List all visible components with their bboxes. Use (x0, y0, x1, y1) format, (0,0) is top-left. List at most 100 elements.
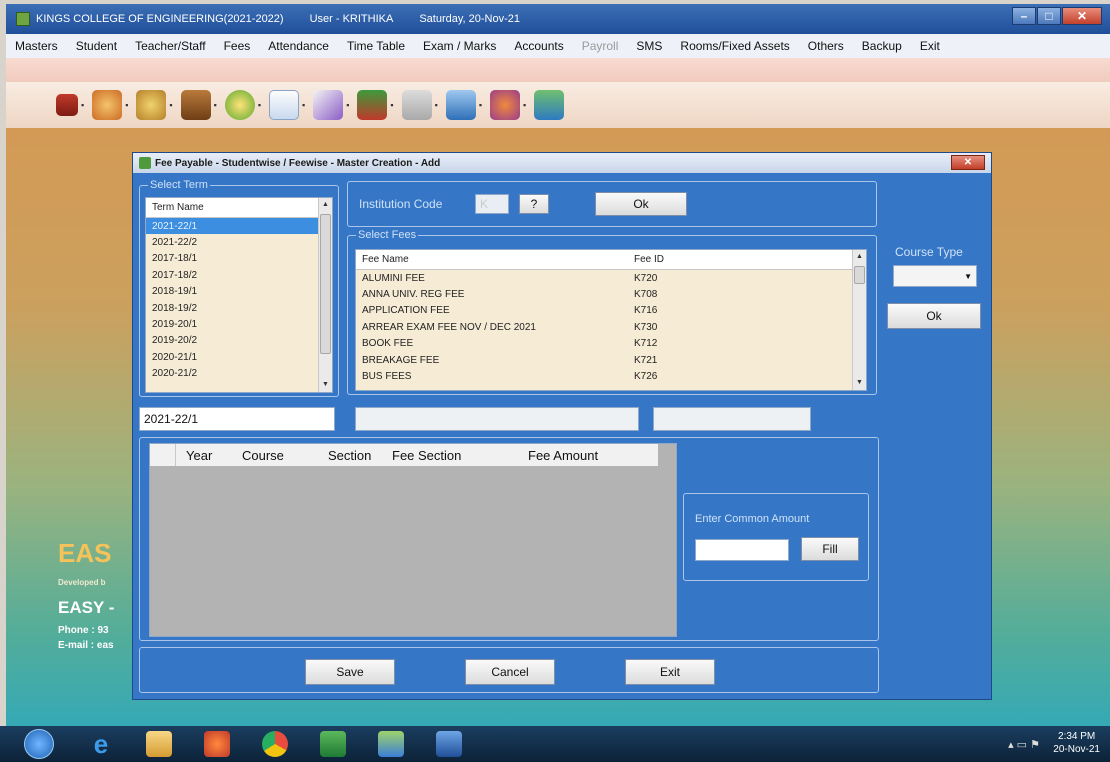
term-row[interactable]: 2017-18/1 (146, 251, 332, 267)
menu-teacher-staff[interactable]: Teacher/Staff (126, 39, 215, 53)
toolbar-students[interactable]: ▪ (92, 90, 128, 120)
institution-ok-button[interactable]: Ok (595, 192, 687, 216)
term-row[interactable]: 2019-20/1 (146, 316, 332, 332)
menu-accounts[interactable]: Accounts (505, 39, 572, 53)
menu-exam-marks[interactable]: Exam / Marks (414, 39, 505, 53)
term-row[interactable]: 2021-22/2 (146, 234, 332, 250)
maximize-icon[interactable]: □ (1037, 7, 1061, 25)
exit-button[interactable]: Exit (625, 659, 715, 685)
fee-row[interactable]: ARREAR EXAM FEE NOV / DEC 2021 K730 (356, 319, 866, 335)
term-row[interactable]: 2020-21/1 (146, 349, 332, 365)
dropdown-arrow-icon: ▪ (523, 100, 527, 110)
menu-time-table[interactable]: Time Table (338, 39, 414, 53)
toolbar-settings[interactable]: ▪ (490, 90, 526, 120)
institution-help-button[interactable]: ? (519, 194, 549, 214)
course-type-select[interactable]: ▼ (893, 265, 977, 287)
fee-row[interactable]: BUS FEES K726 (356, 368, 866, 384)
minimize-icon[interactable]: – (1012, 7, 1036, 25)
fee-row[interactable]: ANNA UNIV. REG FEE K708 (356, 286, 866, 302)
toolbar-fees[interactable]: ▪ (180, 90, 217, 120)
toolbar: ▪ ▪ ▪ ▪ ▪ ▪ ▪ ▪ ▪ ▪ ▪ (6, 82, 1110, 128)
close-icon[interactable]: ✕ (1062, 7, 1102, 25)
term-row[interactable]: 2017-18/2 (146, 267, 332, 283)
save-button[interactable]: Save (305, 659, 395, 685)
taskbar-media[interactable] (192, 728, 242, 760)
clock[interactable]: 2:34 PM 20-Nov-21 (1053, 730, 1100, 756)
term-row[interactable]: 2018-19/2 (146, 300, 332, 316)
fees-list[interactable]: Fee Name Fee ID ALUMINI FEE K720 ANNA UNI… (355, 249, 867, 391)
cancel-button[interactable]: Cancel (465, 659, 555, 685)
app-icon (16, 12, 30, 26)
toolbar-attendance[interactable]: ▪ (224, 90, 261, 120)
start-button[interactable] (24, 729, 54, 759)
grid-col-section[interactable]: Section (328, 448, 392, 463)
fee-id: K708 (634, 289, 658, 301)
menu-masters[interactable]: Masters (6, 39, 67, 53)
tray-icons[interactable]: ▴ ▭ ⚑ (1008, 738, 1040, 751)
institution-code-field[interactable]: K (475, 194, 509, 214)
grid-col-year[interactable]: Year (176, 448, 242, 463)
taskbar-explorer[interactable] (134, 728, 184, 760)
taskbar-chrome[interactable] (250, 728, 300, 760)
grid-col-course[interactable]: Course (242, 448, 328, 463)
menu-others[interactable]: Others (799, 39, 853, 53)
course-ok-button[interactable]: Ok (887, 303, 981, 329)
menu-attendance[interactable]: Attendance (259, 39, 338, 53)
fee-id: K730 (634, 321, 658, 333)
toolbar-accounts[interactable]: ▪ (357, 90, 394, 120)
fees-list-scrollbar[interactable]: ▲ ▼ (852, 250, 866, 390)
taskbar-word[interactable] (424, 728, 474, 760)
toolbar-gift[interactable]: ▪ (56, 94, 84, 116)
term-list[interactable]: Term Name 2021-22/1 2021-22/2 2017-18/1 … (145, 197, 333, 393)
menu-student[interactable]: Student (67, 39, 126, 53)
toolbar-staff[interactable]: ▪ (136, 90, 173, 120)
fee-id-text-field[interactable] (653, 407, 811, 431)
fee-row[interactable]: BOOK FEE K712 (356, 336, 866, 352)
common-amount-field[interactable] (695, 539, 789, 561)
dialog-title: Fee Payable - Studentwise / Feewise - Ma… (155, 157, 441, 169)
dropdown-arrow-icon: ▪ (81, 100, 85, 110)
toolbar-exam[interactable]: ▪ (313, 90, 349, 120)
toolbar-exit[interactable] (534, 90, 565, 120)
term-row[interactable]: 2019-20/2 (146, 333, 332, 349)
term-list-scrollbar[interactable]: ▲ ▼ (318, 198, 332, 392)
menu-rooms-fixed-assets[interactable]: Rooms/Fixed Assets (671, 39, 798, 53)
scroll-thumb[interactable] (320, 214, 331, 354)
term-row[interactable]: 2021-22/1 (146, 218, 332, 235)
menu-exit[interactable]: Exit (911, 39, 949, 53)
grid-col-fee-section[interactable]: Fee Section (392, 448, 528, 463)
term-row[interactable]: 2018-19/1 (146, 284, 332, 300)
fee-row[interactable]: ALUMINI FEE K720 (356, 270, 866, 286)
grid-col-fee-amount[interactable]: Fee Amount (528, 448, 598, 463)
toolbar-payroll[interactable]: ▪ (401, 90, 438, 120)
fee-row[interactable]: BREAKAGE FEE K721 (356, 352, 866, 368)
scroll-down-icon[interactable]: ▼ (853, 376, 866, 390)
dialog-close-icon[interactable]: ✕ (951, 155, 985, 170)
dialog-icon (139, 157, 151, 169)
taskbar-ie[interactable]: e (76, 728, 126, 760)
term-row[interactable]: 2020-21/2 (146, 366, 332, 382)
fill-button[interactable]: Fill (801, 537, 859, 561)
select-term-label: Select Term (148, 179, 210, 191)
selected-term-field[interactable]: 2021-22/1 (139, 407, 335, 431)
fee-text-field[interactable] (355, 407, 639, 431)
toolbar-strip (6, 58, 1110, 82)
menu-fees[interactable]: Fees (215, 39, 260, 53)
taskbar-app[interactable] (366, 728, 416, 760)
menu-sms[interactable]: SMS (627, 39, 671, 53)
scroll-down-icon[interactable]: ▼ (319, 378, 332, 392)
scroll-thumb[interactable] (854, 266, 865, 284)
menu-payroll[interactable]: Payroll (573, 39, 628, 53)
menu-backup[interactable]: Backup (853, 39, 911, 53)
fee-grid[interactable]: Year Course Section Fee Section Fee Amou… (149, 443, 677, 637)
scroll-up-icon[interactable]: ▲ (319, 198, 332, 212)
menu-bar: Masters Student Teacher/Staff Fees Atten… (6, 34, 1110, 58)
user-label: User - KRITHIKA (309, 13, 394, 25)
toolbar-sms[interactable]: ▪ (445, 90, 483, 120)
scroll-up-icon[interactable]: ▲ (853, 250, 866, 264)
dropdown-arrow-icon: ▪ (478, 100, 483, 110)
toolbar-calendar[interactable]: ▪ (269, 90, 305, 120)
chevron-down-icon: ▼ (964, 271, 972, 281)
fee-row[interactable]: APPLICATION FEE K716 (356, 303, 866, 319)
taskbar-excel[interactable] (308, 728, 358, 760)
